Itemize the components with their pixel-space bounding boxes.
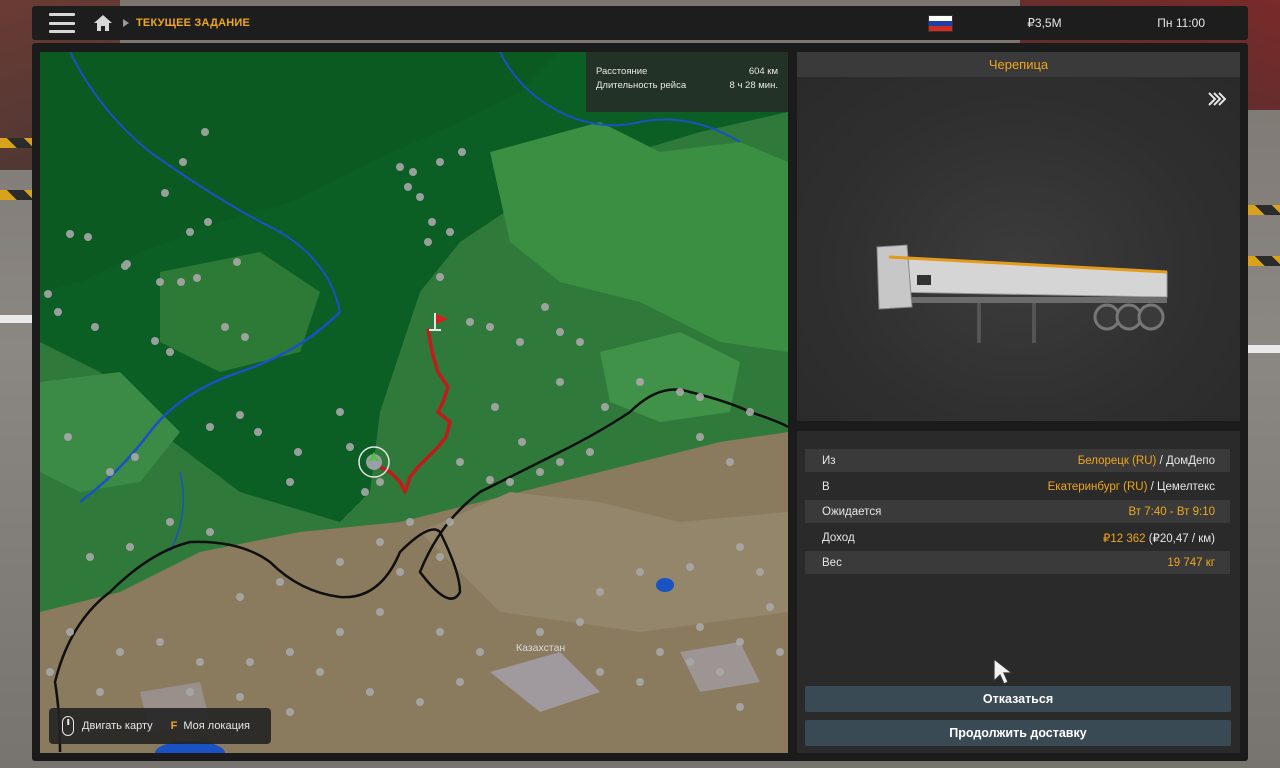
to-company: Цемелтекс — [1157, 480, 1215, 493]
weight-row: Вес 19 747 кг — [805, 551, 1230, 574]
mouse-cursor-icon — [993, 657, 1014, 685]
income-rate: (₽20,47 / км) — [1148, 532, 1215, 545]
to-row: В Екатеринбург (RU) / Цемелтекс — [822, 480, 1215, 493]
cargo-preview — [797, 77, 1240, 421]
destination-flag-icon — [429, 313, 448, 331]
game-time: Пн 11:00 — [1157, 16, 1205, 30]
russia-flag-icon — [928, 14, 954, 32]
income-value: ₽12 362 — [1103, 532, 1146, 545]
my-location-hint[interactable]: Моя локация — [183, 720, 250, 732]
breadcrumb-arrow-icon — [123, 19, 129, 27]
expected-value: Вт 7:40 - Вт 9:10 — [1128, 505, 1216, 518]
continue-delivery-button[interactable]: Продолжить доставку — [805, 720, 1231, 746]
weight-value: 19 747 кг — [1167, 556, 1215, 569]
route-info-box: Расстояние 604 км Длительность рейса 8 ч… — [586, 52, 788, 112]
money-balance: ₽3,5M — [1027, 16, 1062, 30]
income-row: Доход ₽12 362 (₽20,47 / км) — [822, 531, 1215, 545]
from-row: Из Белорецк (RU) / ДомДепо — [805, 449, 1230, 472]
cargo-title: Черепица — [797, 52, 1240, 77]
location-key: F — [170, 720, 178, 732]
route-map[interactable]: Расстояние 604 км Длительность рейса 8 ч… — [40, 52, 788, 753]
cancel-job-button[interactable]: Отказаться — [805, 686, 1231, 712]
top-bar: ТЕКУЩЕЕ ЗАДАНИЕ ₽3,5M Пн 11:00 — [32, 6, 1248, 40]
duration-value: 8 ч 28 мин. — [729, 80, 778, 91]
distance-label: Расстояние — [596, 66, 648, 77]
home-icon[interactable] — [91, 11, 115, 35]
move-map-hint: Двигать карту — [82, 720, 153, 732]
map-controls: Двигать карту F Моя локация — [49, 708, 271, 744]
expected-row: Ожидается Вт 7:40 - Вт 9:10 — [805, 500, 1230, 523]
country-label: Казахстан — [516, 642, 566, 654]
distance-value: 604 км — [748, 66, 778, 77]
to-city: Екатеринбург (RU) — [1047, 480, 1148, 493]
trailer-image — [876, 244, 1168, 343]
skip-forward-icon[interactable] — [1208, 92, 1226, 106]
from-company: ДомДепо — [1165, 454, 1215, 467]
mouse-icon — [62, 716, 74, 736]
breadcrumb: ТЕКУЩЕЕ ЗАДАНИЕ — [136, 17, 251, 29]
duration-label: Длительность рейса — [596, 80, 687, 91]
menu-icon[interactable] — [49, 12, 75, 34]
from-city: Белорецк (RU) — [1077, 454, 1157, 467]
